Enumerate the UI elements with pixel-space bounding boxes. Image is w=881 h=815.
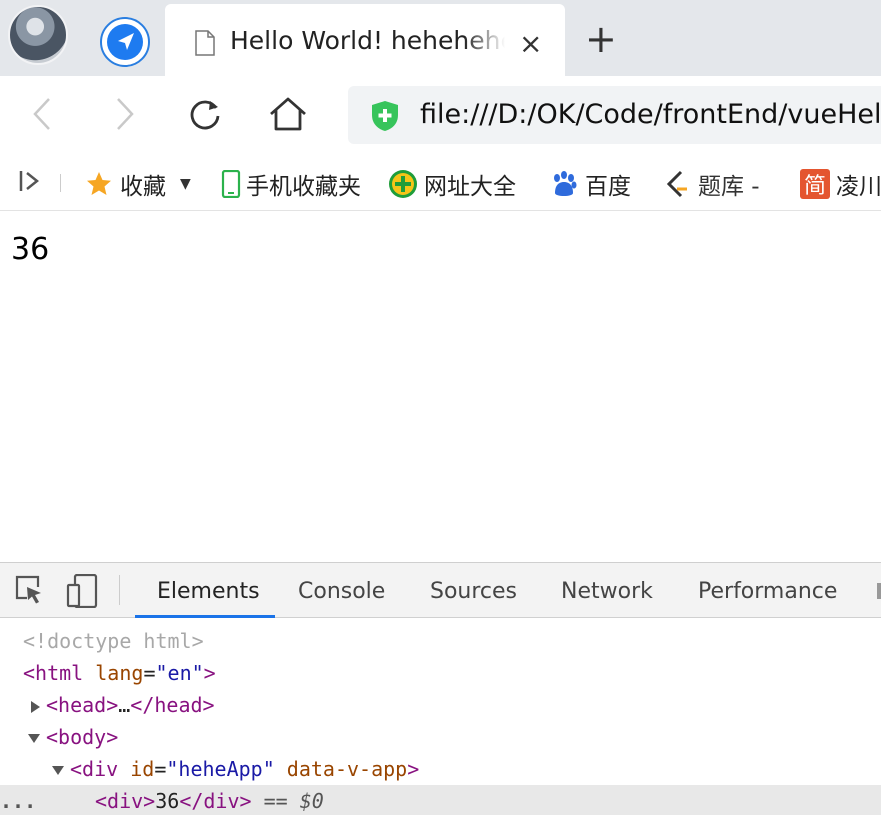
browser-logo-icon[interactable]: [100, 17, 150, 67]
url-text[interactable]: file:///D:/OK/Code/frontEnd/vueHello: [420, 99, 881, 130]
dom-doctype-line[interactable]: <!doctype html>: [23, 625, 881, 657]
html-lang-attr: lang: [95, 661, 144, 685]
phone-icon: [220, 169, 242, 199]
back-icon: [33, 98, 50, 130]
dom-selected-line[interactable]: ... <div>36</div> == $0: [0, 785, 881, 815]
bookmark-lingchuan[interactable]: 简 凌川: [800, 167, 881, 201]
devtools-divider: [119, 575, 120, 605]
div-id-value: "heheApp": [166, 757, 275, 781]
selected-marker: == $0: [263, 789, 324, 813]
tab-performance[interactable]: Performance: [698, 579, 837, 604]
bookmark-tiku[interactable]: 题库 -: [662, 167, 760, 201]
bookmarks-bar: 收藏 ▼ 手机收藏夹 网址大全 百度 题库 - 简 凌川: [0, 154, 881, 211]
tab-active[interactable]: Hello World! hehehehehe ×: [165, 4, 565, 76]
head-ellipsis: …: [118, 693, 131, 717]
star-icon: [84, 169, 114, 199]
bookmark-favorites[interactable]: 收藏 ▼: [84, 167, 191, 201]
reload-button[interactable]: [185, 94, 225, 134]
div-data-attr: data-v-app: [286, 757, 408, 781]
address-bar[interactable]: file:///D:/OK/Code/frontEnd/vueHello: [348, 86, 881, 144]
home-icon: [270, 97, 306, 131]
tab-close-icon[interactable]: ×: [519, 30, 542, 58]
more-tabs-indicator[interactable]: [877, 583, 881, 599]
dom-head-line[interactable]: <head>…</head>: [31, 689, 881, 721]
dom-body-line[interactable]: <body>: [28, 721, 881, 753]
page-icon: [195, 30, 215, 56]
new-tab-button[interactable]: +: [585, 20, 617, 58]
tab-strip: Hello World! hehehehehe × +: [0, 0, 881, 76]
home-button[interactable]: [268, 94, 308, 134]
sidebar-toggle-icon: [19, 171, 40, 191]
doctype-text: <!doctype html>: [23, 629, 204, 653]
tab-sources[interactable]: Sources: [430, 579, 517, 604]
devtools-panel: Elements Console Sources Network Perform…: [0, 562, 881, 815]
active-tab-indicator: [135, 615, 275, 618]
tab-elements[interactable]: Elements: [157, 579, 260, 604]
forward-icon: [117, 98, 134, 130]
div-inner-text: 36: [155, 789, 180, 813]
jian-icon: 简: [800, 169, 830, 199]
html-lang-value: "en": [155, 661, 204, 685]
collapse-arrow-icon[interactable]: [28, 734, 40, 743]
bookmark-mobile[interactable]: 手机收藏夹: [220, 167, 361, 201]
baidu-paw-icon: [549, 169, 579, 199]
reload-icon: [190, 100, 220, 130]
devtools-tabbar: Elements Console Sources Network Perform…: [0, 563, 881, 618]
bookmark-label: 收藏: [120, 174, 166, 200]
bookmark-label: 手机收藏夹: [246, 174, 361, 200]
page-viewport: 36: [0, 212, 881, 562]
bookmarks-divider: [60, 174, 61, 192]
bookmark-label: 凌川: [836, 174, 881, 200]
globe-icon: [388, 169, 418, 199]
gutter-dots[interactable]: ...: [0, 785, 36, 815]
sidebar-toggle-button[interactable]: [18, 168, 44, 194]
div-id-attr: id: [130, 757, 155, 781]
bookmark-directory[interactable]: 网址大全: [388, 167, 516, 201]
collapse-arrow-icon[interactable]: [52, 766, 64, 775]
back-button[interactable]: [22, 94, 62, 134]
forward-button[interactable]: [105, 94, 145, 134]
inspect-element-icon[interactable]: [14, 574, 44, 606]
caret-down-icon[interactable]: ▼: [180, 176, 191, 192]
dom-div-app-line[interactable]: <div id="heheApp" data-v-app>: [52, 753, 881, 785]
tiku-icon: [662, 169, 692, 199]
bookmark-label: 网址大全: [424, 174, 516, 200]
bookmark-label: 题库 -: [698, 174, 760, 200]
bookmark-baidu[interactable]: 百度: [549, 167, 631, 201]
user-avatar[interactable]: [8, 5, 68, 65]
expand-arrow-icon[interactable]: [31, 700, 40, 713]
toolbar: file:///D:/OK/Code/frontEnd/vueHello: [0, 76, 881, 154]
tab-title: Hello World! hehehehehe: [230, 26, 505, 55]
dom-html-line[interactable]: <html lang="en">: [23, 657, 881, 689]
page-content-text: 36: [11, 232, 50, 267]
tab-console[interactable]: Console: [298, 579, 385, 604]
tab-network[interactable]: Network: [561, 579, 653, 604]
shield-icon: [372, 101, 398, 131]
device-toolbar-icon[interactable]: [66, 574, 98, 608]
bookmark-label: 百度: [585, 174, 631, 200]
